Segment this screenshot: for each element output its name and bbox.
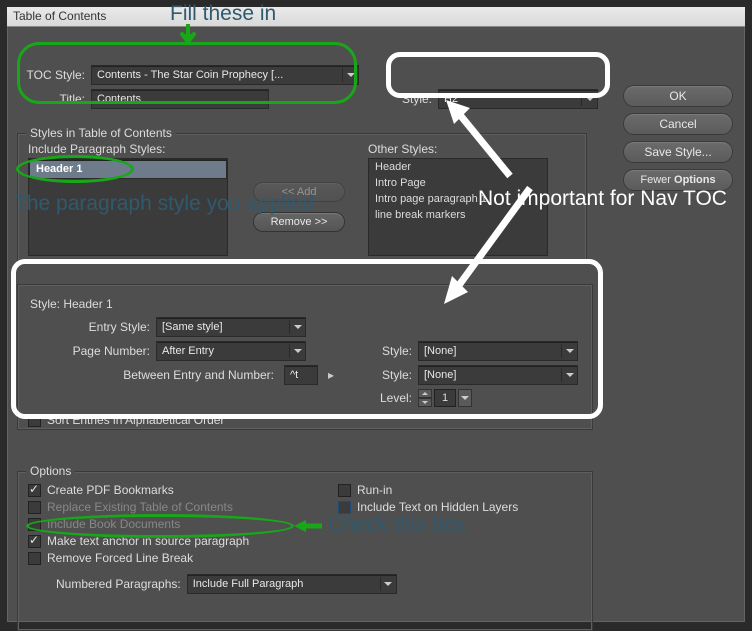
chevron-down-icon [561, 368, 577, 382]
other-styles-list[interactable]: Header Intro Page Intro page paragraph 1… [368, 158, 548, 256]
title-style-label: Style: [402, 92, 432, 106]
toc-dialog: Table of Contents TOC Style: Contents - … [6, 6, 746, 623]
char-style2-select[interactable]: [None] [418, 365, 578, 385]
char-style1-select[interactable]: [None] [418, 341, 578, 361]
flyout-icon[interactable]: ▸ [328, 368, 334, 382]
char-style2-label: Style: [372, 368, 412, 382]
dialog-title: Table of Contents [13, 9, 106, 23]
entry-style-label: Entry Style: [28, 320, 150, 334]
fewer-options-button[interactable]: Fewer Options [623, 169, 733, 191]
entry-style-value: [Same style] [162, 321, 223, 333]
runin-checkbox[interactable] [338, 484, 351, 497]
hidden-layers-checkbox[interactable] [338, 501, 351, 514]
level-spinner[interactable]: 1 [418, 389, 472, 407]
spin-up-icon[interactable] [418, 389, 432, 398]
chevron-down-icon [289, 320, 305, 334]
entry-style-select[interactable]: [Same style] [156, 317, 306, 337]
page-number-label: Page Number: [28, 344, 150, 358]
toc-style-value: Contents - The Star Coin Prophecy [... [97, 69, 283, 81]
list-item[interactable]: Header [369, 159, 547, 175]
replace-toc-checkbox [28, 501, 41, 514]
options-group: Options Create PDF Bookmarks Replace Exi… [17, 471, 593, 631]
char-style1-label: Style: [372, 344, 412, 358]
toc-style-select[interactable]: Contents - The Star Coin Prophecy [... [91, 65, 359, 85]
remove-break-checkbox[interactable] [28, 552, 41, 565]
include-book-label: Include Book Documents [47, 517, 180, 531]
chevron-down-icon [342, 68, 358, 82]
anchor-label: Make text anchor in source paragraph [47, 534, 249, 548]
numbered-value: Include Full Paragraph [193, 578, 304, 590]
chevron-down-icon [380, 577, 396, 591]
styles-group-title: Styles in Table of Contents [26, 126, 176, 140]
numbered-label: Numbered Paragraphs: [56, 577, 181, 591]
list-item[interactable]: Header 1 [29, 159, 227, 179]
chevron-down-icon [581, 92, 597, 106]
level-value: 1 [434, 389, 456, 407]
title-style-select[interactable]: H2 [438, 89, 598, 109]
dialog-titlebar: Table of Contents [7, 7, 745, 27]
create-pdf-checkbox[interactable] [28, 484, 41, 497]
numbered-select[interactable]: Include Full Paragraph [187, 574, 397, 594]
sort-checkbox[interactable] [28, 414, 41, 427]
cancel-button[interactable]: Cancel [623, 113, 733, 135]
toc-style-label: TOC Style: [17, 68, 85, 82]
list-item[interactable]: Intro Page [369, 175, 547, 191]
chevron-down-icon[interactable] [458, 389, 472, 407]
ok-button[interactable]: OK [623, 85, 733, 107]
styles-group: Styles in Table of Contents Include Para… [17, 133, 587, 263]
add-button: << Add [253, 182, 345, 202]
save-style-button[interactable]: Save Style... [623, 141, 733, 163]
remove-break-label: Remove Forced Line Break [47, 551, 193, 565]
title-style-value: H2 [444, 93, 458, 105]
between-label: Between Entry and Number: [28, 368, 278, 382]
anchor-checkbox[interactable] [28, 535, 41, 548]
style-detail-group: Style: Header 1 Entry Style: [Same style… [17, 284, 593, 430]
page-number-value: After Entry [162, 345, 214, 357]
hidden-layers-label: Include Text on Hidden Layers [357, 500, 518, 514]
list-item[interactable]: line break markers [369, 207, 547, 223]
spin-down-icon[interactable] [418, 398, 432, 407]
page-number-select[interactable]: After Entry [156, 341, 306, 361]
level-label: Level: [372, 391, 412, 405]
between-input[interactable] [284, 365, 318, 385]
other-label: Other Styles: [368, 142, 568, 156]
list-item[interactable]: Intro page paragraph 1 [369, 191, 547, 207]
replace-toc-label: Replace Existing Table of Contents [47, 500, 233, 514]
include-label: Include Paragraph Styles: [28, 142, 236, 156]
sort-label: Sort Entries in Alphabetical Order [47, 413, 224, 427]
include-book-checkbox [28, 518, 41, 531]
options-group-title: Options [26, 464, 75, 478]
runin-label: Run-in [357, 483, 392, 497]
chevron-down-icon [561, 344, 577, 358]
title-label: Title: [17, 92, 85, 106]
create-pdf-label: Create PDF Bookmarks [47, 483, 174, 497]
remove-button[interactable]: Remove >> [253, 212, 345, 232]
chevron-down-icon [289, 344, 305, 358]
style-header: Style: Header 1 [30, 297, 582, 311]
dialog-content: TOC Style: Contents - The Star Coin Prop… [7, 27, 745, 622]
include-styles-list[interactable]: Header 1 [28, 158, 228, 256]
title-input[interactable] [91, 89, 269, 109]
